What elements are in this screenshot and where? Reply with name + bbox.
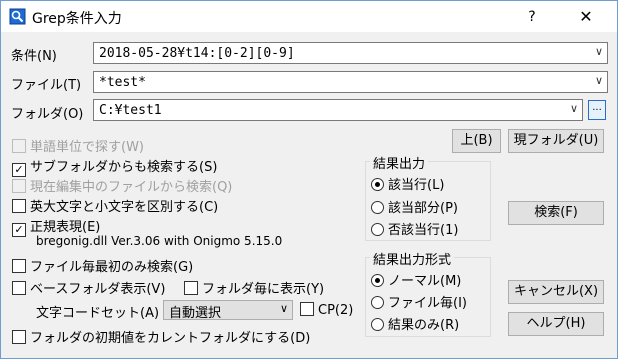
file-combobox[interactable]: *test* ∨ xyxy=(93,71,608,93)
chevron-down-icon[interactable]: ∨ xyxy=(595,74,603,87)
checkmark-icon[interactable]: ✓ xyxy=(12,223,26,237)
file-value: *test* xyxy=(99,75,146,90)
checkbox-box[interactable] xyxy=(12,199,26,213)
checkbox-box[interactable] xyxy=(12,259,26,273)
chevron-down-icon[interactable]: ∨ xyxy=(280,302,288,315)
word-unit-checkbox[interactable]: 単語単位で探す(W) xyxy=(12,136,144,155)
result-format-group: 結果出力形式 ノーマル(M) ファイル毎(I) 結果のみ(R) xyxy=(365,249,491,337)
result-output-title: 結果出力 xyxy=(370,153,429,172)
current-file-label: 現在編集中のファイルから検索(Q) xyxy=(30,180,233,195)
title-bar: Grep条件入力 ? ✕ xyxy=(1,1,617,32)
first-match-only-label: ファイル毎最初のみ検索(G) xyxy=(30,260,194,275)
checkbox-box[interactable] xyxy=(300,302,314,316)
per-folder-label: フォルダ毎に表示(Y) xyxy=(202,282,325,297)
chevron-down-icon[interactable]: ∨ xyxy=(570,102,578,115)
radio-button-icon[interactable] xyxy=(371,274,384,287)
radio-label: ファイル毎(I) xyxy=(388,296,467,311)
radio-label: 該当行(L) xyxy=(388,178,445,193)
base-folder-checkbox[interactable]: ベースフォルダ表示(V) xyxy=(12,278,165,297)
radio-label: 結果のみ(R) xyxy=(388,318,460,333)
checkbox-box[interactable] xyxy=(12,330,26,344)
app-icon xyxy=(9,8,26,25)
checkbox-box[interactable] xyxy=(184,281,198,295)
browse-folder-button[interactable]: ... xyxy=(588,100,606,120)
encoding-select[interactable]: 自動選択 ∨ xyxy=(163,300,293,321)
regex-library-info: bregonig.dll Ver.3.06 with Onigmo 5.15.0 xyxy=(36,234,283,248)
result-format-title: 結果出力形式 xyxy=(370,249,455,268)
window-title: Grep条件入力 xyxy=(32,11,122,27)
condition-combobox[interactable]: 2018-05-28¥t14:[0-2][0-9] ∨ xyxy=(93,42,608,64)
close-button[interactable]: ✕ xyxy=(571,5,601,29)
encoding-value: 自動選択 xyxy=(169,306,222,321)
radio-button-icon[interactable] xyxy=(371,201,384,214)
subfolders-label: サブフォルダからも検索する(S) xyxy=(30,160,218,175)
condition-value: 2018-05-28¥t14:[0-2][0-9] xyxy=(99,46,295,61)
radio-label: ノーマル(M) xyxy=(388,274,462,289)
cp-label: CP(2) xyxy=(318,303,354,318)
radio-button-icon[interactable] xyxy=(371,318,384,331)
radio-label: 否該当行(1) xyxy=(388,223,459,238)
radio-results-only[interactable]: 結果のみ(R) xyxy=(371,314,459,333)
help-button[interactable]: ヘルプ(H) xyxy=(508,312,604,336)
base-folder-label: ベースフォルダ表示(V) xyxy=(30,282,166,297)
encoding-label: 文字コードセット(A) xyxy=(36,306,160,321)
per-folder-checkbox[interactable]: フォルダ毎に表示(Y) xyxy=(184,278,324,297)
radio-non-matching-lines[interactable]: 否該当行(1) xyxy=(371,219,458,238)
case-sensitive-label: 英大文字と小文字を区別する(C) xyxy=(30,200,219,215)
radio-button-icon[interactable] xyxy=(371,223,384,236)
chevron-down-icon[interactable]: ∨ xyxy=(595,45,603,58)
result-output-group: 結果出力 該当行(L) 該当部分(P) 否該当行(1) xyxy=(365,153,491,241)
current-file-checkbox[interactable]: 現在編集中のファイルから検索(Q) xyxy=(12,176,232,195)
radio-matching-part[interactable]: 該当部分(P) xyxy=(371,197,458,216)
first-match-only-checkbox[interactable]: ファイル毎最初のみ検索(G) xyxy=(12,256,193,275)
current-folder-button[interactable]: 現フォルダ(U) xyxy=(508,129,604,153)
folder-combobox[interactable]: C:¥test1 ∨ xyxy=(93,99,583,121)
radio-per-file[interactable]: ファイル毎(I) xyxy=(371,292,467,311)
regex-label: 正規表現(E) xyxy=(30,220,101,235)
checkmark-icon[interactable]: ✓ xyxy=(12,163,26,177)
search-button[interactable]: 検索(F) xyxy=(508,201,604,225)
checkbox-box[interactable] xyxy=(12,139,26,153)
radio-button-icon[interactable] xyxy=(371,296,384,309)
case-sensitive-checkbox[interactable]: 英大文字と小文字を区別する(C) xyxy=(12,196,218,215)
cancel-button[interactable]: キャンセル(X) xyxy=(508,280,604,304)
folder-value: C:¥test1 xyxy=(99,103,162,118)
radio-normal[interactable]: ノーマル(M) xyxy=(371,270,461,289)
file-label: ファイル(T) xyxy=(11,78,82,93)
grep-dialog: Grep条件入力 ? ✕ 条件(N) 2018-05-28¥t14:[0-2][… xyxy=(0,0,618,359)
radio-button-icon[interactable] xyxy=(371,178,384,191)
radio-matching-lines[interactable]: 該当行(L) xyxy=(371,174,444,193)
checkbox-box[interactable] xyxy=(12,179,26,193)
default-folder-checkbox[interactable]: フォルダの初期値をカレントフォルダにする(D) xyxy=(12,327,310,346)
default-folder-label: フォルダの初期値をカレントフォルダにする(D) xyxy=(30,331,311,346)
word-unit-label: 単語単位で探す(W) xyxy=(30,140,144,155)
folder-label: フォルダ(O) xyxy=(11,107,84,122)
up-button[interactable]: 上(B) xyxy=(452,129,501,153)
subfolders-checkbox[interactable]: ✓ サブフォルダからも検索する(S) xyxy=(12,156,217,177)
help-title-button[interactable]: ? xyxy=(517,5,547,29)
condition-label: 条件(N) xyxy=(11,49,57,64)
radio-label: 該当部分(P) xyxy=(388,201,458,216)
cp-checkbox[interactable]: CP(2) xyxy=(300,302,353,318)
checkbox-box[interactable] xyxy=(12,281,26,295)
